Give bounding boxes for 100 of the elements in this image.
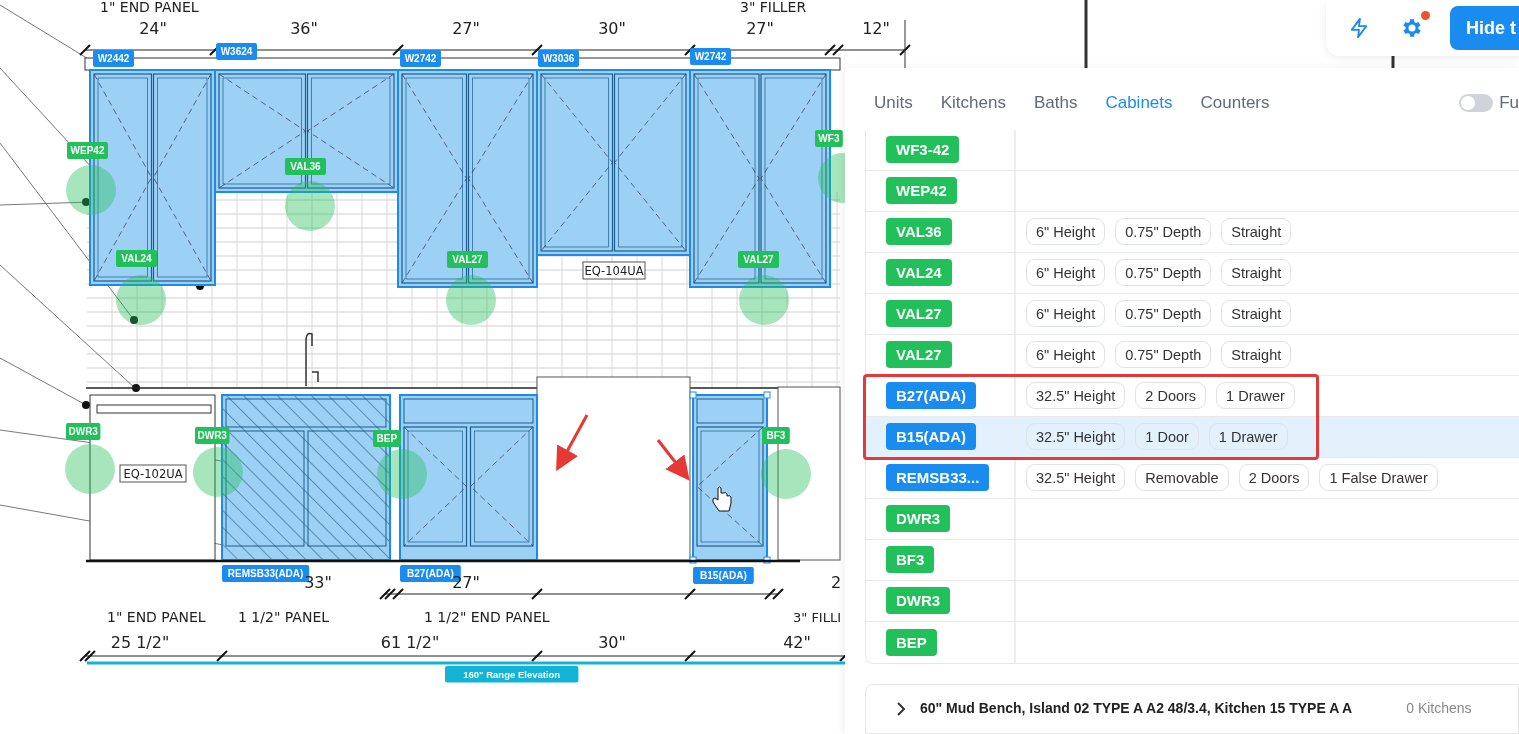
wall-cabinet-front[interactable] bbox=[214, 69, 399, 193]
marker-tag[interactable]: DWR3 bbox=[66, 423, 101, 440]
spec-chip: Removable bbox=[1135, 464, 1229, 492]
leader-dot bbox=[82, 198, 90, 206]
cabinet-tag: B15(ADA) bbox=[886, 423, 976, 451]
spec-chip: 6" Height bbox=[1026, 218, 1106, 246]
marker-circle[interactable] bbox=[446, 275, 496, 325]
marker-circle[interactable] bbox=[65, 444, 115, 494]
tab[interactable]: Cabinets bbox=[1093, 93, 1185, 114]
spec-chip: 0.75" Depth bbox=[1115, 341, 1212, 369]
dimension-note: 1 1/2" END PANEL bbox=[424, 609, 550, 625]
cabinet-tag[interactable]: W2442 bbox=[93, 50, 134, 67]
marker-tag[interactable]: DWR3 bbox=[195, 427, 230, 444]
dimension-note: 3" FILLI bbox=[793, 610, 841, 625]
hand-cursor-icon bbox=[712, 486, 732, 512]
table-row[interactable]: REMSB33... 32.5" Height Removable 2 Doors 1 False Drawer bbox=[866, 457, 1519, 499]
spec-chip: 6" Height bbox=[1026, 341, 1106, 369]
dimension-label: 42" bbox=[783, 633, 811, 652]
cabinet-tag[interactable]: B15(ADA) bbox=[693, 567, 754, 584]
cabinet-tag: BF3 bbox=[886, 546, 935, 574]
cabinet-tag: B27(ADA) bbox=[886, 382, 976, 410]
cabinet-tag: WF3-42 bbox=[886, 136, 960, 164]
spec-chip: 1 False Drawer bbox=[1319, 464, 1438, 492]
marker-circle[interactable] bbox=[285, 181, 335, 231]
table-row[interactable]: B27(ADA) 32.5" Height 2 Doors 1 Drawer bbox=[866, 375, 1519, 417]
cabinet-tag[interactable]: W3624 bbox=[216, 43, 257, 60]
chevron-icon[interactable] bbox=[896, 701, 906, 716]
marker-circle[interactable] bbox=[193, 447, 243, 497]
cabinet-tag: WEP42 bbox=[886, 177, 957, 205]
marker-tag[interactable]: WF3 bbox=[815, 130, 843, 147]
dimension-label: 30" bbox=[598, 19, 626, 38]
marker-circle[interactable] bbox=[761, 449, 811, 499]
marker-tag[interactable]: VAL24 bbox=[116, 250, 157, 267]
wall-cabinet-front[interactable] bbox=[397, 69, 538, 288]
spec-chip: 6" Height bbox=[1026, 300, 1106, 328]
tab[interactable]: Baths bbox=[1021, 93, 1090, 114]
tab[interactable]: Units bbox=[865, 93, 925, 114]
dimension-label: 27" bbox=[452, 19, 480, 38]
table-row[interactable]: BEP bbox=[866, 621, 1519, 663]
base-cabinet-drawing[interactable] bbox=[399, 394, 538, 561]
spec-chip: 6" Height bbox=[1026, 259, 1106, 287]
dimension-note: 1" END PANEL bbox=[100, 0, 199, 15]
marker-tag[interactable]: VAL27 bbox=[738, 251, 779, 268]
wall-cabinet-front[interactable] bbox=[536, 69, 691, 256]
leader-dot bbox=[132, 384, 140, 392]
cabinet-tag[interactable]: W2742 bbox=[690, 48, 731, 65]
arrow-annotation bbox=[656, 439, 690, 481]
tab[interactable]: Counters bbox=[1188, 93, 1282, 114]
marker-tag[interactable]: VAL27 bbox=[447, 251, 488, 268]
elevation-tag[interactable]: 160" Range Elevation bbox=[445, 666, 579, 683]
leader-dot bbox=[82, 401, 90, 409]
spec-chip: 2 Doors bbox=[1135, 382, 1207, 410]
marker-tag[interactable]: BF3 bbox=[762, 427, 790, 444]
table-row[interactable]: DWR3 bbox=[866, 498, 1519, 540]
cabinet-tag: VAL36 bbox=[886, 218, 952, 246]
marker-tag[interactable]: BEP bbox=[373, 430, 401, 447]
cabinet-tag: DWR3 bbox=[886, 587, 951, 615]
toggle-label: Fu bbox=[1499, 93, 1519, 114]
table-row[interactable]: B15(ADA) 32.5" Height 1 Door 1 Drawer bbox=[866, 416, 1519, 458]
spec-chip: 0.75" Depth bbox=[1115, 259, 1212, 287]
spec-chip: Straight bbox=[1221, 218, 1292, 246]
cabinet-tag: VAL24 bbox=[886, 259, 952, 287]
hide-button[interactable]: Hide t bbox=[1450, 6, 1519, 50]
table-row[interactable]: BF3 bbox=[866, 539, 1519, 581]
marker-tag[interactable]: VAL36 bbox=[285, 158, 326, 175]
table-row[interactable]: WEP42 bbox=[866, 170, 1519, 212]
table-row[interactable]: VAL24 6" Height 0.75" Depth Straight bbox=[866, 252, 1519, 294]
marker-circle[interactable] bbox=[739, 275, 789, 325]
spec-chip: Straight bbox=[1221, 341, 1292, 369]
table-row[interactable]: DWR3 bbox=[866, 580, 1519, 622]
dimension-label: 61 1/2" bbox=[380, 633, 440, 652]
marker-circle[interactable] bbox=[66, 165, 116, 215]
marker-circle[interactable] bbox=[377, 449, 427, 499]
dimension-label: 12" bbox=[862, 19, 890, 38]
spec-chip: 1 Door bbox=[1135, 423, 1199, 451]
group-title[interactable]: 60" Mud Bench, Island 02 TYPE A A2 48/3.4, Kitchen 15 TYPE A A bbox=[920, 699, 1353, 716]
dimension-label: 30" bbox=[598, 633, 626, 652]
spec-chip: 0.75" Depth bbox=[1115, 218, 1212, 246]
lightning-icon[interactable] bbox=[1348, 16, 1370, 40]
cabinet-tag[interactable]: W2742 bbox=[400, 50, 441, 67]
spec-chip: 1 Drawer bbox=[1208, 423, 1288, 451]
cabinet-tag: VAL27 bbox=[886, 300, 952, 328]
dimension-label: 24" bbox=[139, 19, 167, 38]
marker-circle[interactable] bbox=[116, 275, 166, 325]
dimension-label: 36" bbox=[290, 19, 318, 38]
arrow-annotation bbox=[556, 414, 589, 472]
spec-chip: 32.5" Height bbox=[1026, 382, 1126, 410]
tab[interactable]: Kitchens bbox=[928, 93, 1018, 114]
dimension-note: 3" FILLER bbox=[740, 0, 807, 15]
table-row[interactable]: VAL36 6" Height 0.75" Depth Straight bbox=[866, 211, 1519, 253]
table-row[interactable]: VAL27 6" Height 0.75" Depth Straight bbox=[866, 293, 1519, 335]
cabinet-tag: BEP bbox=[886, 628, 937, 656]
table-row[interactable]: VAL27 6" Height 0.75" Depth Straight bbox=[866, 334, 1519, 376]
toggle-switch[interactable] bbox=[1459, 94, 1494, 113]
marker-tag[interactable]: WEP42 bbox=[67, 142, 108, 159]
table-row[interactable]: WF3-42 bbox=[866, 129, 1519, 171]
spec-chip: Straight bbox=[1221, 259, 1292, 287]
cabinet-tag: DWR3 bbox=[886, 505, 951, 533]
sink-faucet-drawing bbox=[305, 332, 319, 387]
cabinet-tag[interactable]: W3036 bbox=[538, 50, 579, 67]
